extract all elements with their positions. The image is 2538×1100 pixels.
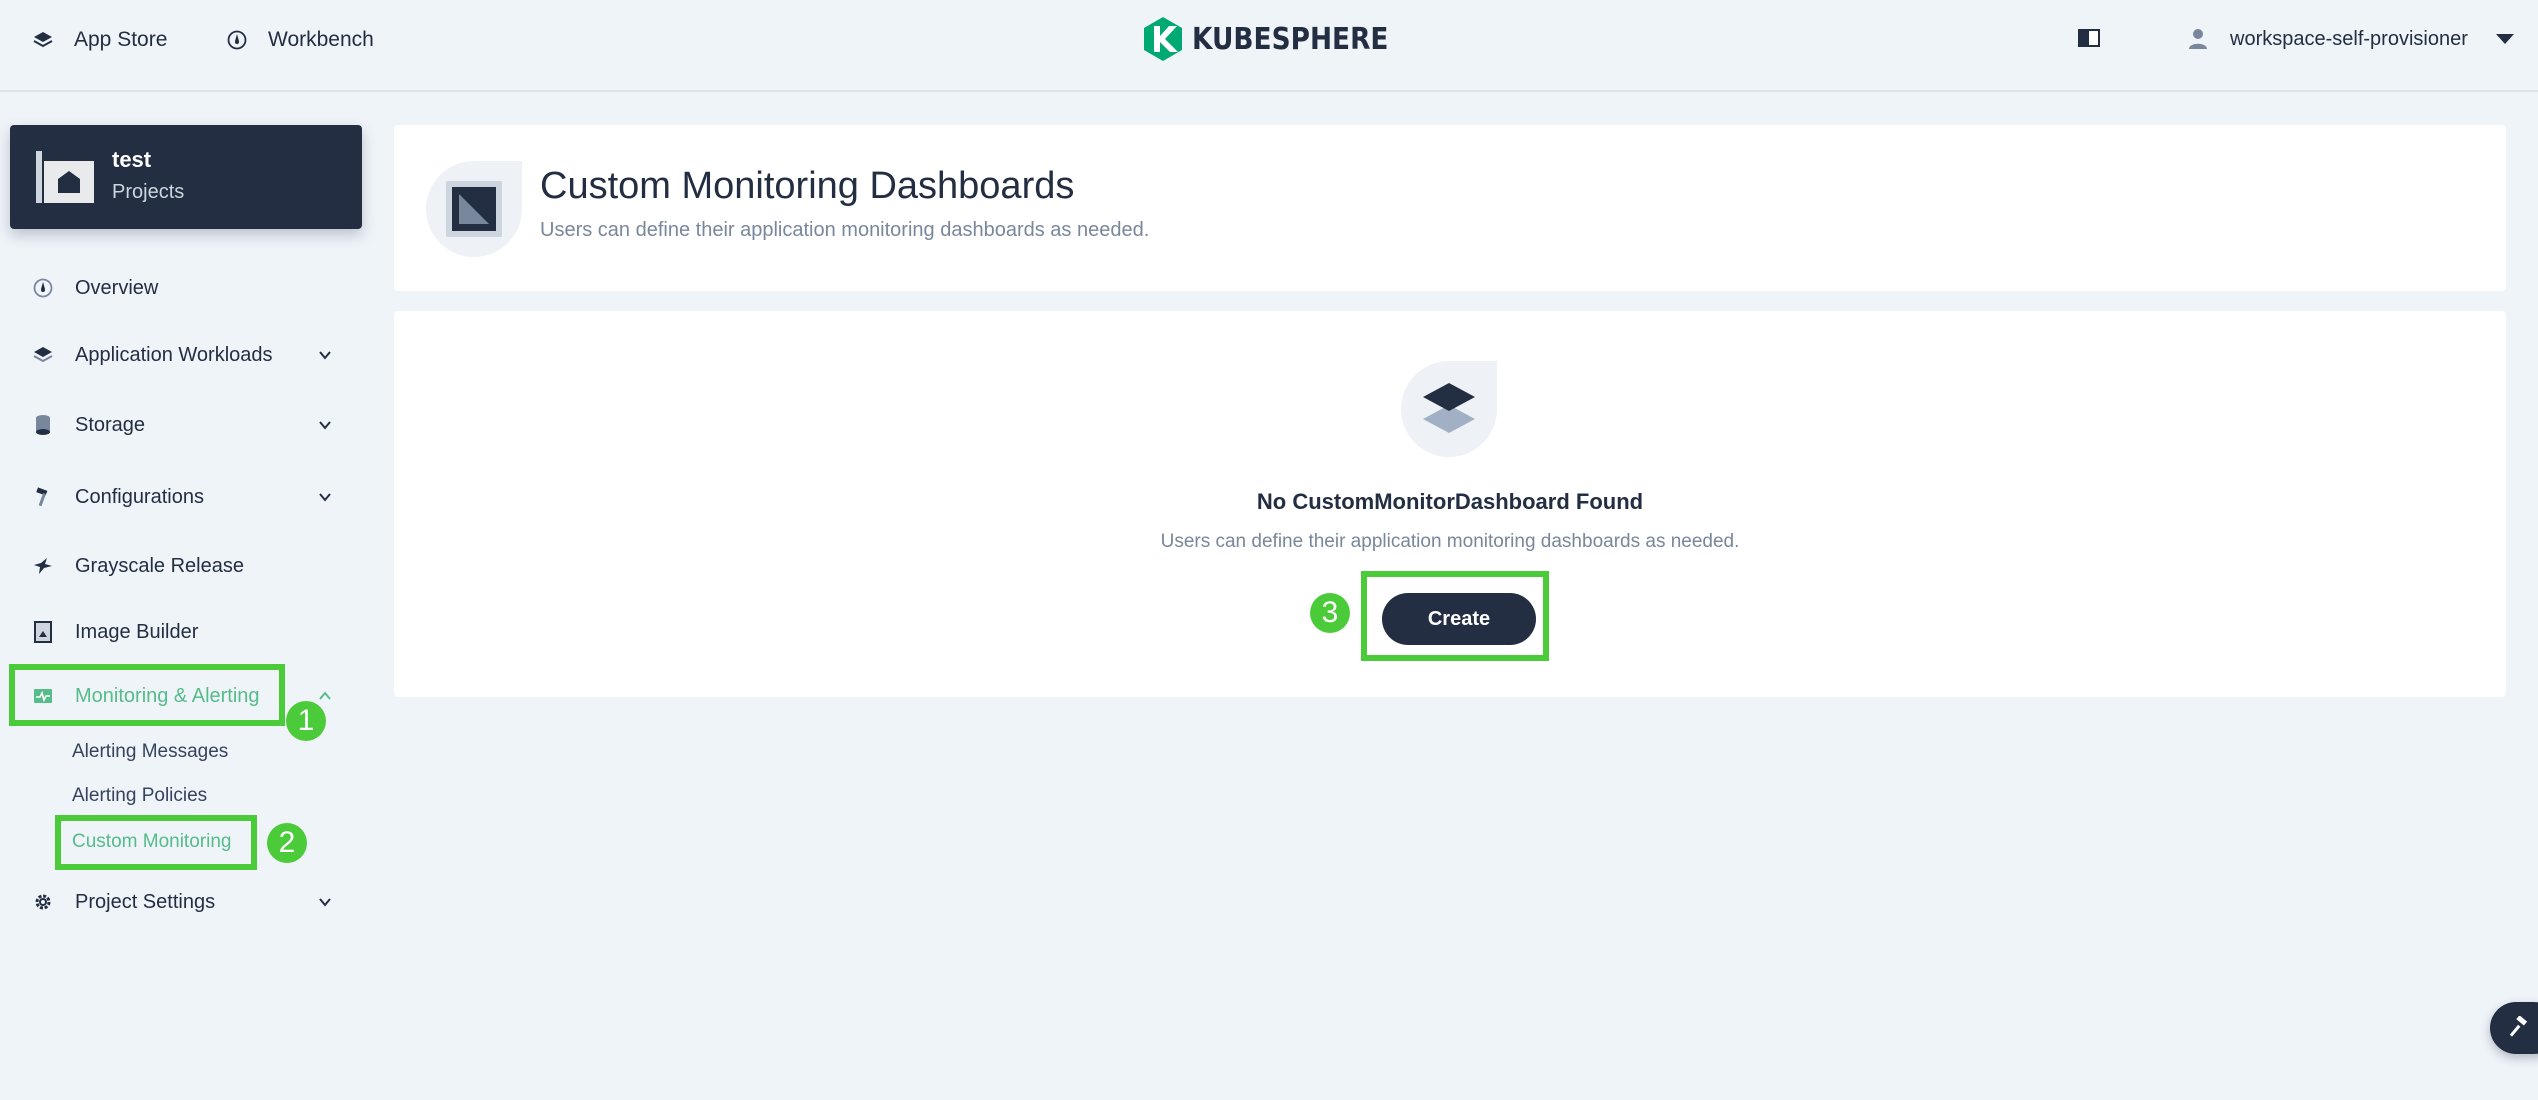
sidebar-item-overview[interactable]: Overview bbox=[10, 263, 362, 313]
sidebar-subitem-alerting-messages[interactable]: Alerting Messages bbox=[72, 741, 228, 763]
sidebar-item-label: Application Workloads bbox=[75, 343, 273, 366]
app-store-link[interactable]: App Store bbox=[32, 26, 167, 54]
bird-icon bbox=[32, 555, 54, 577]
sidebar-item-project-settings[interactable]: Project Settings bbox=[10, 877, 362, 927]
toolbox-button[interactable] bbox=[2490, 1002, 2538, 1054]
project-name: test bbox=[112, 147, 152, 172]
project-card[interactable]: test Projects bbox=[10, 125, 362, 229]
chevron-down-icon bbox=[319, 898, 331, 907]
empty-state-description: Users can define their application monit… bbox=[1160, 531, 1740, 552]
sidebar-item-grayscale-release[interactable]: Grayscale Release bbox=[10, 541, 362, 591]
step-badge-2: 2 bbox=[267, 823, 307, 863]
username: workspace-self-provisioner bbox=[2230, 27, 2468, 50]
sidebar-item-configurations[interactable]: Configurations bbox=[10, 472, 362, 522]
sidebar-item-label: Grayscale Release bbox=[75, 554, 244, 577]
highlight-monitoring-alerting bbox=[9, 664, 285, 726]
step-badge-1: 1 bbox=[286, 701, 326, 741]
documentation-icon[interactable] bbox=[2078, 29, 2100, 47]
layers-icon bbox=[32, 344, 54, 366]
page-header: Custom Monitoring Dashboards Users can d… bbox=[394, 125, 2506, 291]
highlight-create-button bbox=[1361, 571, 1549, 661]
top-bar: App Store Workbench KUBESPHERE workspace… bbox=[0, 0, 2538, 92]
image-builder-icon bbox=[32, 621, 54, 643]
sidebar-item-storage[interactable]: Storage bbox=[10, 400, 362, 450]
sidebar-item-application-workloads[interactable]: Application Workloads bbox=[10, 330, 362, 380]
user-menu[interactable]: workspace-self-provisioner bbox=[2188, 24, 2514, 54]
logo-text: KUBESPHERE bbox=[1192, 21, 1389, 57]
database-icon bbox=[32, 414, 54, 436]
dashboard-icon bbox=[32, 277, 54, 299]
chevron-down-icon bbox=[319, 351, 331, 360]
empty-state-title: No CustomMonitorDashboard Found bbox=[1256, 489, 1644, 514]
workbench-link[interactable]: Workbench bbox=[226, 26, 374, 54]
project-type: Projects bbox=[112, 181, 185, 203]
hammer-icon bbox=[2509, 1016, 2528, 1037]
dashboard-icon bbox=[226, 29, 248, 51]
page-description: Users can define their application monit… bbox=[540, 219, 1150, 241]
user-icon bbox=[2188, 28, 2208, 50]
sidebar-item-label: Configurations bbox=[75, 485, 204, 508]
app-store-label: App Store bbox=[74, 28, 168, 51]
kubesphere-logo[interactable]: KUBESPHERE bbox=[1142, 16, 1415, 62]
chevron-down-icon bbox=[319, 493, 331, 502]
chevron-down-icon bbox=[2495, 34, 2514, 44]
sidebar-item-label: Storage bbox=[75, 413, 146, 436]
page-title: Custom Monitoring Dashboards bbox=[540, 165, 1075, 207]
chevron-down-icon bbox=[319, 421, 331, 430]
gear-icon bbox=[32, 891, 54, 913]
sidebar-item-label: Image Builder bbox=[75, 620, 199, 643]
step-badge-3: 3 bbox=[1310, 593, 1350, 633]
sidebar-item-label: Project Settings bbox=[75, 890, 216, 913]
stack-layers-icon bbox=[1401, 361, 1497, 457]
kubesphere-logo-icon bbox=[1144, 17, 1182, 61]
workbench-label: Workbench bbox=[268, 28, 374, 51]
highlight-custom-monitoring bbox=[55, 815, 257, 870]
sidebar-item-image-builder[interactable]: Image Builder bbox=[10, 607, 362, 657]
project-icon bbox=[36, 149, 96, 205]
sidebar-subitem-alerting-policies[interactable]: Alerting Policies bbox=[72, 785, 207, 807]
monitoring-dashboard-icon bbox=[426, 161, 522, 257]
hammer-icon bbox=[32, 486, 54, 508]
chevron-up-icon bbox=[319, 691, 331, 700]
sidebar-item-label: Overview bbox=[75, 276, 159, 299]
layers-icon bbox=[32, 29, 54, 51]
